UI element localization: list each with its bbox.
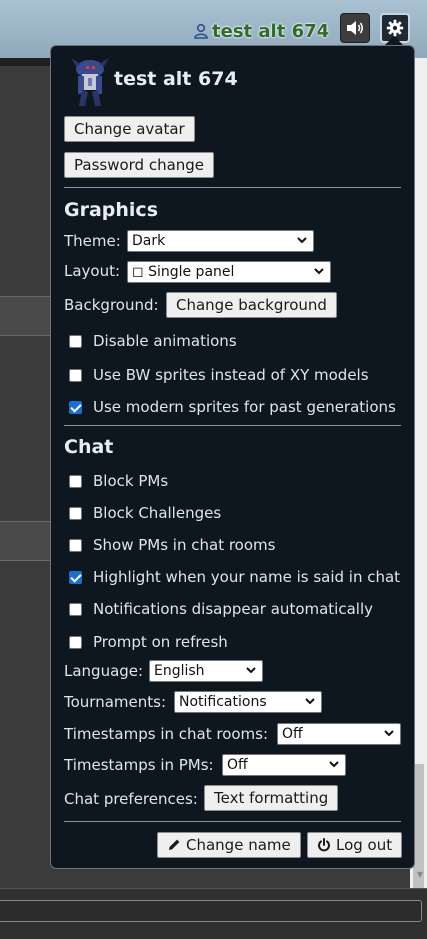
popup-username: test alt 674: [114, 68, 238, 90]
change-avatar-button[interactable]: Change avatar: [64, 116, 195, 142]
option-label: Notifications disappear automatically: [93, 600, 374, 618]
divider: [64, 187, 401, 188]
option-label: Show PMs in chat rooms: [93, 536, 276, 554]
change-background-button[interactable]: Change background: [166, 292, 337, 318]
option-show-pms-in-rooms[interactable]: Show PMs in chat rooms: [69, 534, 275, 556]
timestamps-pms-label: Timestamps in PMs:: [64, 756, 214, 774]
theme-select[interactable]: Dark: [127, 230, 314, 252]
option-bw-sprites[interactable]: Use BW sprites instead of XY models: [69, 364, 369, 386]
divider: [64, 425, 401, 426]
pencil-icon: [169, 839, 180, 850]
checkbox[interactable]: [69, 538, 82, 552]
timestamps-rooms-select[interactable]: Off: [277, 723, 401, 745]
layout-select[interactable]: ◻ Single panel: [127, 261, 331, 283]
checkbox[interactable]: [69, 635, 82, 649]
language-label: Language:: [64, 662, 144, 680]
checkbox[interactable]: [69, 506, 82, 520]
tournaments-label: Tournaments:: [64, 693, 166, 711]
tournaments-select-value: Notifications: [179, 694, 267, 710]
theme-label: Theme:: [64, 232, 121, 250]
timestamps-pms-select-value: Off: [227, 757, 248, 773]
text-formatting-button[interactable]: Text formatting: [204, 785, 339, 811]
background-label: Background:: [64, 296, 159, 314]
chevron-down-icon: [314, 268, 324, 275]
option-modern-sprites[interactable]: Use modern sprites for past generations: [69, 396, 396, 418]
scroll-down-arrow-icon[interactable]: ▼: [417, 870, 423, 879]
option-prompt-refresh[interactable]: Prompt on refresh: [69, 631, 228, 653]
checkbox[interactable]: [69, 570, 82, 584]
user-icon: [194, 23, 208, 39]
checkbox[interactable]: [69, 334, 82, 348]
sound-button[interactable]: [340, 13, 370, 43]
option-disable-animations[interactable]: Disable animations: [69, 330, 237, 352]
option-label: Block PMs: [93, 472, 169, 490]
logout-button[interactable]: Log out: [307, 832, 403, 858]
divider: [64, 821, 401, 822]
option-label: Use modern sprites for past generations: [93, 398, 396, 416]
option-label: Prompt on refresh: [93, 633, 228, 651]
checkbox[interactable]: [69, 400, 82, 414]
option-label: Highlight when your name is said in chat: [93, 568, 401, 586]
change-name-label: Change name: [186, 836, 291, 854]
timestamps-rooms-label: Timestamps in chat rooms:: [64, 725, 269, 743]
chevron-down-icon: [297, 237, 307, 244]
option-label: Disable animations: [93, 332, 237, 350]
speaker-volume-icon: [347, 21, 364, 35]
gear-icon: [386, 19, 404, 37]
change-name-button[interactable]: Change name: [157, 832, 301, 858]
option-notifications-disappear[interactable]: Notifications disappear automatically: [69, 598, 373, 620]
chat-message-input[interactable]: [0, 900, 422, 922]
chevron-down-icon: [384, 730, 394, 737]
power-icon: [318, 838, 330, 852]
option-block-challenges[interactable]: Block Challenges: [69, 502, 221, 524]
checkbox[interactable]: [69, 602, 82, 616]
layout-select-value: ◻ Single panel: [132, 264, 235, 280]
layout-label: Layout:: [64, 262, 121, 280]
chat-heading: Chat: [64, 436, 114, 458]
theme-select-value: Dark: [132, 233, 166, 249]
option-highlight-name[interactable]: Highlight when your name is said in chat: [69, 566, 400, 588]
logout-label: Log out: [336, 836, 393, 854]
graphics-heading: Graphics: [64, 199, 158, 221]
checkbox[interactable]: [69, 368, 82, 382]
option-label: Block Challenges: [93, 504, 222, 522]
header-username: test alt 674: [212, 20, 330, 42]
password-change-button[interactable]: Password change: [64, 152, 215, 178]
avatar: [71, 58, 109, 106]
chat-preferences-label: Chat preferences:: [64, 790, 198, 808]
chevron-down-icon: [305, 698, 315, 705]
option-label: Use BW sprites instead of XY models: [93, 366, 369, 384]
tournaments-select[interactable]: Notifications: [174, 691, 322, 713]
settings-popup: test alt 674 Change avatar Password chan…: [50, 45, 415, 869]
user-menu-link[interactable]: test alt 674: [193, 18, 329, 44]
language-select-value: English: [154, 663, 205, 679]
chevron-down-icon: [246, 667, 256, 674]
timestamps-pms-select[interactable]: Off: [222, 754, 346, 776]
option-block-pms[interactable]: Block PMs: [69, 470, 168, 492]
language-select[interactable]: English: [149, 660, 263, 682]
checkbox[interactable]: [69, 474, 82, 488]
chevron-down-icon: [329, 761, 339, 768]
timestamps-rooms-select-value: Off: [282, 726, 303, 742]
